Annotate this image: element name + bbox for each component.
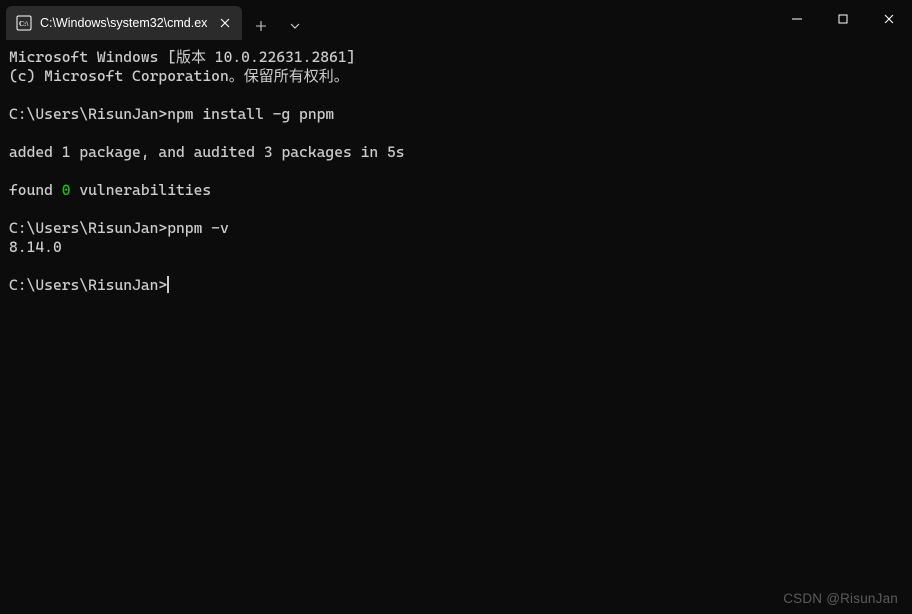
prompt: C:\Users\RisunJan> — [9, 276, 167, 294]
svg-text:C:\: C:\ — [19, 20, 29, 28]
terminal-line: added 1 package, and audited 3 packages … — [9, 143, 903, 162]
minimize-button[interactable] — [774, 0, 820, 38]
prompt: C:\Users\RisunJan> — [9, 105, 167, 123]
window-controls — [774, 0, 912, 38]
prompt: C:\Users\RisunJan> — [9, 219, 167, 237]
terminal-line: 8.14.0 — [9, 238, 903, 257]
terminal-output[interactable]: Microsoft Windows [版本 10.0.22631.2861](c… — [0, 40, 912, 614]
tab-title: C:\Windows\system32\cmd.ex — [40, 16, 208, 30]
tab-actions — [244, 9, 312, 43]
tab-dropdown-button[interactable] — [278, 9, 312, 43]
cursor — [167, 276, 168, 293]
tab-close-button[interactable] — [216, 14, 234, 32]
tab-strip: C:\ C:\Windows\system32\cmd.ex — [0, 0, 312, 40]
terminal-line: C:\Users\RisunJan>pnpm -v — [9, 219, 903, 238]
terminal-line: Microsoft Windows [版本 10.0.22631.2861] — [9, 48, 903, 67]
terminal-line: (c) Microsoft Corporation。保留所有权利。 — [9, 67, 903, 86]
maximize-button[interactable] — [820, 0, 866, 38]
command-text: pnpm -v — [167, 219, 229, 237]
cmd-icon: C:\ — [16, 15, 32, 31]
titlebar: C:\ C:\Windows\system32\cmd.ex — [0, 0, 912, 40]
active-tab[interactable]: C:\ C:\Windows\system32\cmd.ex — [6, 6, 242, 40]
terminal-line — [9, 257, 903, 276]
vuln-count: 0 — [62, 181, 71, 199]
watermark: CSDN @RisunJan — [783, 591, 898, 606]
close-window-button[interactable] — [866, 0, 912, 38]
command-text: npm install -g pnpm — [167, 105, 334, 123]
terminal-line: C:\Users\RisunJan> — [9, 276, 903, 295]
terminal-line: C:\Users\RisunJan>npm install -g pnpm — [9, 105, 903, 124]
terminal-line — [9, 200, 903, 219]
terminal-line: found 0 vulnerabilities — [9, 181, 903, 200]
terminal-line — [9, 162, 903, 181]
new-tab-button[interactable] — [244, 9, 278, 43]
terminal-line — [9, 124, 903, 143]
terminal-line — [9, 86, 903, 105]
